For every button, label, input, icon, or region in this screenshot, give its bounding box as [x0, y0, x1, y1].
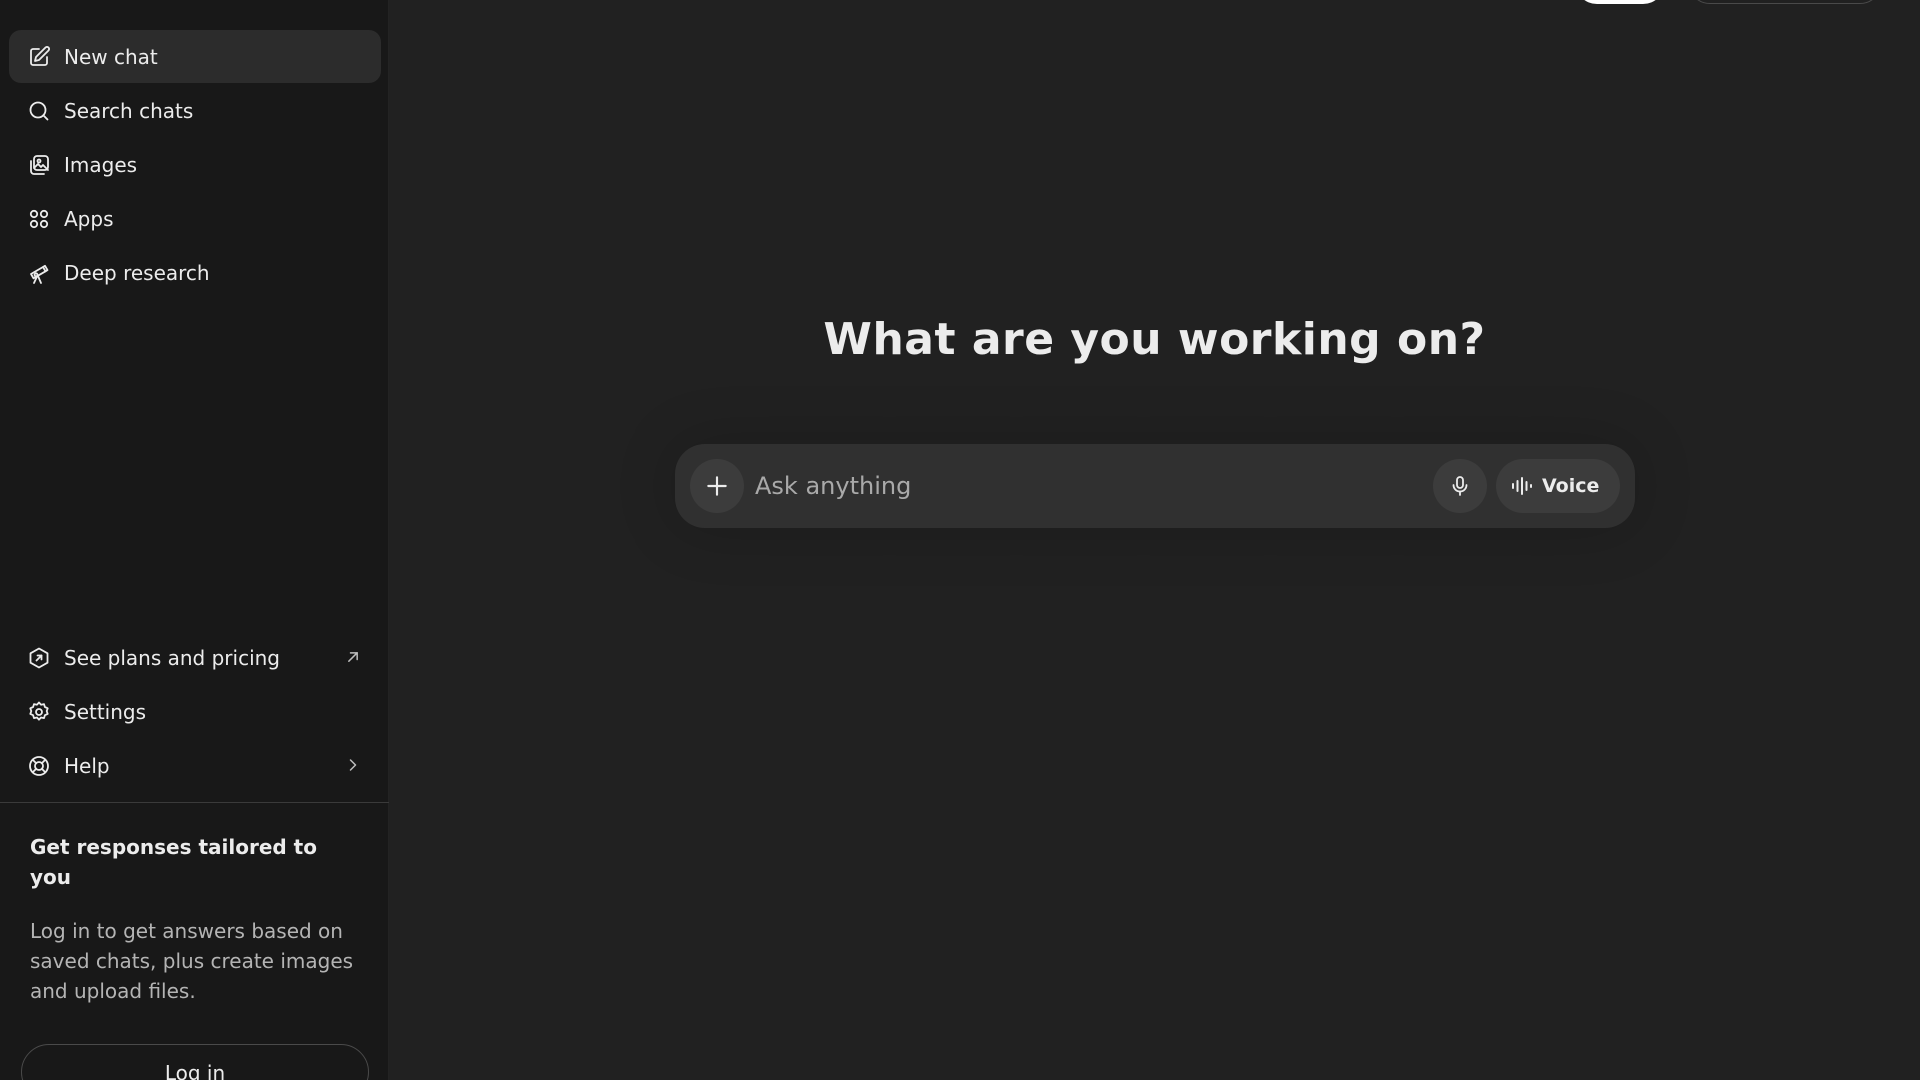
sidebar-divider [0, 802, 389, 803]
new-chat-label: New chat [64, 44, 158, 69]
search-chats-label: Search chats [64, 98, 194, 123]
edit-icon [26, 44, 52, 70]
help-label: Help [64, 753, 110, 778]
settings-button[interactable]: Settings [9, 685, 381, 738]
app: New chat Search chats Images Apps Deep r [0, 0, 1920, 1080]
log-in-button[interactable]: Log in [21, 1044, 369, 1080]
voice-mode-button[interactable]: Voice [1496, 459, 1620, 513]
promo-body: Log in to get answers based on saved cha… [30, 919, 354, 1003]
search-chats-button[interactable]: Search chats [9, 84, 381, 137]
new-chat-button[interactable]: New chat [9, 30, 381, 83]
voice-label: Voice [1542, 475, 1600, 497]
sidebar: New chat Search chats Images Apps Deep r [0, 0, 389, 1080]
help-button[interactable]: Help [9, 739, 381, 792]
add-attachment-button[interactable] [690, 459, 744, 513]
waveform-icon [1512, 477, 1532, 495]
deep-research-button[interactable]: Deep research [9, 246, 381, 299]
images-icon [26, 152, 52, 178]
search-icon [26, 98, 52, 124]
images-button[interactable]: Images [9, 138, 381, 191]
plus-icon [707, 476, 727, 496]
gear-icon [26, 699, 52, 725]
plans-icon [26, 645, 52, 671]
log-in-label: Log in [164, 1061, 226, 1080]
promo-title: Get responses tailored to you [30, 835, 317, 889]
page-title: What are you working on? [823, 314, 1486, 365]
header-primary-button[interactable] [1575, 0, 1665, 4]
composer: Voice [675, 444, 1635, 528]
dictate-button[interactable] [1433, 459, 1487, 513]
prompt-input[interactable] [755, 460, 1385, 512]
deep-research-label: Deep research [64, 260, 210, 285]
telescope-icon [26, 260, 52, 286]
chevron-right-icon [341, 753, 365, 777]
see-plans-and-pricing-button[interactable]: See plans and pricing [9, 631, 381, 684]
header-secondary-button[interactable] [1688, 0, 1882, 4]
lifebuoy-icon [26, 753, 52, 779]
apps-icon [26, 206, 52, 232]
settings-label: Settings [64, 699, 147, 724]
apps-button[interactable]: Apps [9, 192, 381, 245]
images-label: Images [64, 152, 138, 177]
see-plans-label: See plans and pricing [64, 645, 281, 670]
microphone-icon [1452, 476, 1468, 496]
apps-label: Apps [64, 206, 114, 231]
external-arrow-icon [341, 645, 365, 669]
